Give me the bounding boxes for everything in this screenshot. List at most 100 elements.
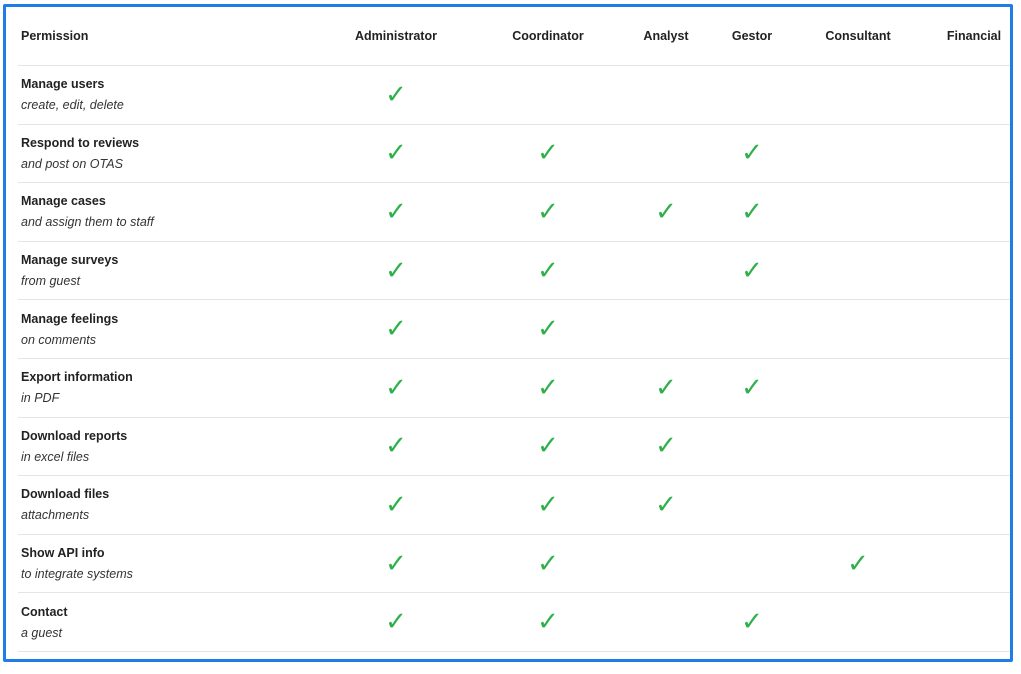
role-cell-administrator: ✓ (320, 592, 472, 652)
permission-name: Export information (21, 370, 133, 385)
role-cell-gestor (708, 534, 796, 594)
role-cell-administrator: ✓ (320, 417, 472, 477)
checkmark-icon: ✓ (655, 431, 677, 462)
checkmark-icon: ✓ (385, 431, 407, 462)
table-row: Contact a guest ✓ ✓ ✓ (18, 592, 1010, 652)
checkmark-icon: ✓ (537, 372, 559, 403)
role-cell-coordinator: ✓ (472, 299, 624, 359)
table-row: Manage feelings on comments ✓ ✓ (18, 299, 1010, 359)
role-cell-analyst (624, 592, 708, 652)
permission-cell: Manage cases and assign them to staff (18, 182, 320, 242)
permission-cell: Show API info to integrate systems (18, 534, 320, 594)
role-cell-gestor: ✓ (708, 241, 796, 301)
role-cell-administrator: ✓ (320, 182, 472, 242)
role-cell-gestor: ✓ (708, 124, 796, 184)
role-cell-coordinator (472, 65, 624, 125)
table-row: Download reports in excel files ✓ ✓ ✓ (18, 417, 1010, 477)
checkmark-icon: ✓ (385, 196, 407, 227)
table-header-row: Permission Administrator Coordinator Ana… (18, 7, 1010, 66)
permission-cell: Manage feelings on comments (18, 299, 320, 359)
role-cell-financial (920, 534, 1010, 594)
role-cell-coordinator: ✓ (472, 475, 624, 535)
table-body: Manage users create, edit, delete ✓ Respond… (18, 65, 1010, 652)
role-cell-consultant (796, 358, 920, 418)
table-row: Respond to reviews and post on OTAS ✓ ✓ ✓ (18, 124, 1010, 184)
checkmark-icon: ✓ (537, 255, 559, 286)
checkmark-icon: ✓ (847, 548, 869, 579)
role-cell-consultant (796, 299, 920, 359)
checkmark-icon: ✓ (741, 607, 763, 638)
table-row: Export information in PDF ✓ ✓ ✓ ✓ (18, 358, 1010, 418)
role-cell-financial (920, 241, 1010, 301)
permission-description: to integrate systems (21, 567, 133, 582)
checkmark-icon: ✓ (537, 196, 559, 227)
role-cell-analyst (624, 534, 708, 594)
role-cell-analyst: ✓ (624, 182, 708, 242)
permission-name: Manage users (21, 77, 105, 92)
permissions-table: Permission Administrator Coordinator Ana… (18, 7, 1010, 652)
role-cell-analyst (624, 65, 708, 125)
role-cell-consultant (796, 592, 920, 652)
column-header-coordinator: Coordinator (472, 7, 624, 66)
role-cell-administrator: ✓ (320, 241, 472, 301)
checkmark-icon: ✓ (537, 548, 559, 579)
role-cell-analyst: ✓ (624, 417, 708, 477)
permission-cell: Export information in PDF (18, 358, 320, 418)
checkmark-icon: ✓ (385, 489, 407, 520)
role-cell-consultant (796, 475, 920, 535)
permission-description: in excel files (21, 449, 90, 464)
permission-cell: Download files attachments (18, 475, 320, 535)
permission-description: and post on OTAS (21, 156, 123, 171)
role-cell-consultant: ✓ (796, 534, 920, 594)
role-cell-coordinator: ✓ (472, 417, 624, 477)
permission-cell: Respond to reviews and post on OTAS (18, 124, 320, 184)
permission-description: in PDF (21, 391, 60, 406)
checkmark-icon: ✓ (537, 138, 559, 169)
permission-name: Contact (21, 604, 68, 619)
column-header-analyst: Analyst (624, 7, 708, 66)
role-cell-consultant (796, 182, 920, 242)
permission-description: attachments (21, 508, 90, 523)
role-cell-administrator: ✓ (320, 299, 472, 359)
permission-description: a guest (21, 625, 63, 640)
permission-description: create, edit, delete (21, 98, 124, 113)
column-header-gestor: Gestor (708, 7, 796, 66)
table-row: Download files attachments ✓ ✓ ✓ (18, 475, 1010, 535)
permissions-table-frame: Permission Administrator Coordinator Ana… (3, 4, 1013, 662)
role-cell-gestor (708, 299, 796, 359)
permission-name: Download reports (21, 428, 128, 443)
role-cell-consultant (796, 65, 920, 125)
checkmark-icon: ✓ (385, 79, 407, 110)
role-cell-coordinator: ✓ (472, 534, 624, 594)
permission-cell: Manage users create, edit, delete (18, 65, 320, 125)
permission-description: from guest (21, 274, 81, 289)
role-cell-analyst (624, 299, 708, 359)
role-cell-gestor: ✓ (708, 358, 796, 418)
checkmark-icon: ✓ (537, 431, 559, 462)
checkmark-icon: ✓ (385, 607, 407, 638)
role-cell-administrator: ✓ (320, 65, 472, 125)
role-cell-gestor: ✓ (708, 182, 796, 242)
role-cell-gestor (708, 475, 796, 535)
role-cell-financial (920, 592, 1010, 652)
checkmark-icon: ✓ (741, 255, 763, 286)
checkmark-icon: ✓ (537, 607, 559, 638)
column-header-administrator: Administrator (320, 7, 472, 66)
role-cell-administrator: ✓ (320, 124, 472, 184)
checkmark-icon: ✓ (537, 489, 559, 520)
role-cell-administrator: ✓ (320, 358, 472, 418)
checkmark-icon: ✓ (385, 548, 407, 579)
column-header-permission: Permission (18, 7, 320, 66)
role-cell-consultant (796, 241, 920, 301)
permission-description: and assign them to staff (21, 215, 154, 230)
checkmark-icon: ✓ (655, 372, 677, 403)
checkmark-icon: ✓ (741, 138, 763, 169)
checkmark-icon: ✓ (741, 372, 763, 403)
role-cell-administrator: ✓ (320, 534, 472, 594)
checkmark-icon: ✓ (385, 372, 407, 403)
table-row: Manage users create, edit, delete ✓ (18, 65, 1010, 125)
checkmark-icon: ✓ (385, 314, 407, 345)
role-cell-financial (920, 299, 1010, 359)
table-row: Manage cases and assign them to staff ✓ ✓ ✓ ✓ (18, 182, 1010, 242)
role-cell-gestor: ✓ (708, 592, 796, 652)
